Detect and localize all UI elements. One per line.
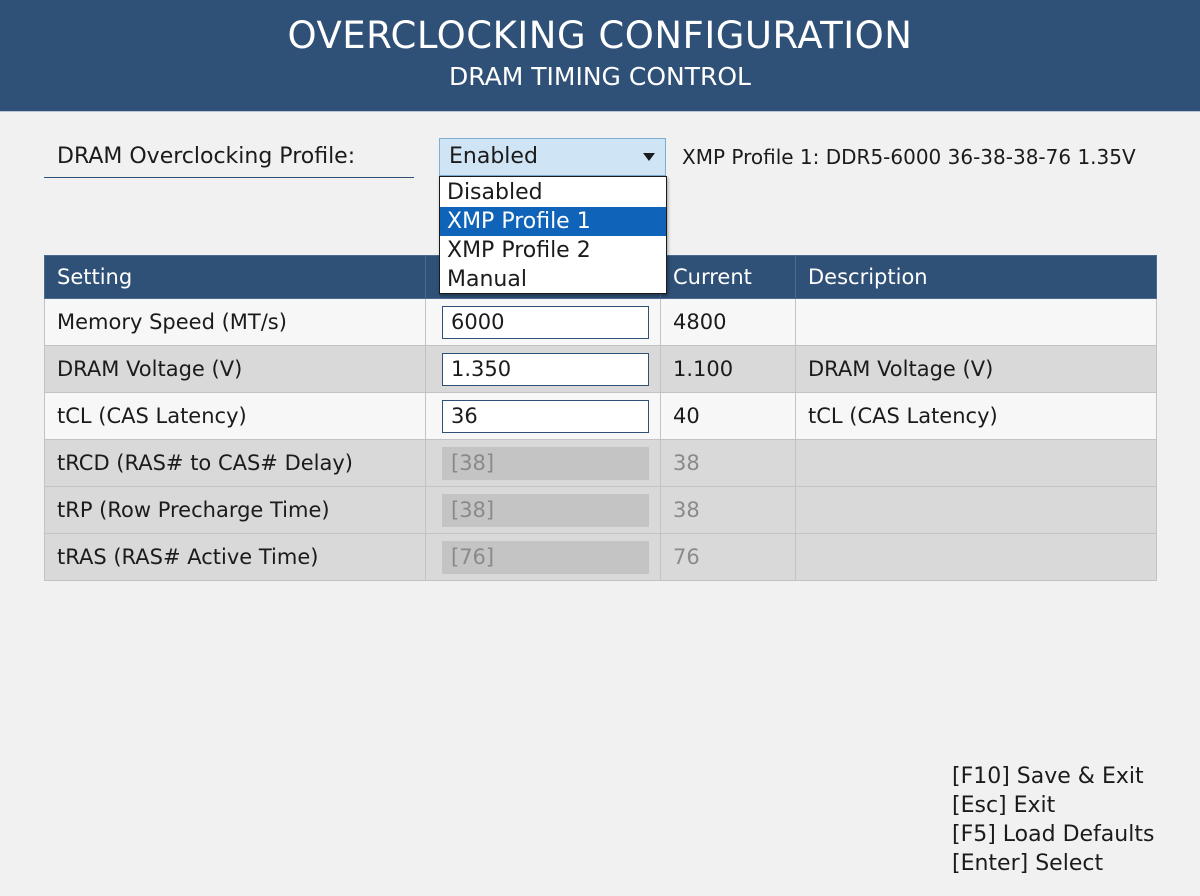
column-header-setting: Setting [44, 255, 426, 299]
column-header-current: Current [660, 255, 796, 299]
tcl-input[interactable]: 36 [442, 399, 649, 433]
trcd-input: [38] [442, 446, 649, 480]
table-row: tRCD (RAS# to CAS# Delay) [38] 38 [44, 439, 1157, 487]
current-value: 38 [660, 486, 796, 534]
current-value: 1.100 [660, 345, 796, 393]
dropdown-option-xmp-profile-1[interactable]: XMP Profile 1 [440, 207, 666, 236]
setting-name: tRAS (RAS# Active Time) [44, 533, 426, 581]
table-row: tCL (CAS Latency) 36 40 tCL (CAS Latency… [44, 392, 1157, 440]
page-subtitle: DRAM TIMING CONTROL [449, 62, 751, 91]
setting-description: DRAM Voltage (V) [795, 345, 1157, 393]
setting-name: DRAM Voltage (V) [44, 345, 426, 393]
dram-voltage-input[interactable]: 1.350 [442, 352, 649, 386]
key-legend: [F10] Save & Exit [Esc] Exit [F5] Load D… [952, 762, 1154, 878]
chevron-down-icon [643, 153, 655, 161]
profile-info: XMP Profile 1: DDR5-6000 36-38-38-76 1.3… [682, 145, 1136, 169]
setting-name: Memory Speed (MT/s) [44, 298, 426, 346]
setting-name: tCL (CAS Latency) [44, 392, 426, 440]
table-row: DRAM Voltage (V) 1.350 1.100 DRAM Voltag… [44, 345, 1157, 393]
key-hint-exit: [Esc] Exit [952, 793, 1056, 818]
column-header-description: Description [795, 255, 1157, 299]
dropdown-option-manual[interactable]: Manual [440, 265, 666, 294]
setting-description [795, 486, 1157, 534]
page-header: OVERCLOCKING CONFIGURATION DRAM TIMING C… [0, 0, 1200, 112]
memory-speed-input[interactable]: 6000 [442, 305, 649, 339]
table-row: tRP (Row Precharge Time) [38] 38 [44, 486, 1157, 534]
current-value: 40 [660, 392, 796, 440]
setting-description [795, 439, 1157, 487]
dropdown-option-disabled[interactable]: Disabled [440, 178, 666, 207]
current-value: 4800 [660, 298, 796, 346]
setting-description [795, 298, 1157, 346]
profile-select-value: Enabled [449, 144, 538, 169]
key-hint-save-exit: [F10] Save & Exit [952, 764, 1144, 789]
key-hint-select: [Enter] Select [952, 851, 1104, 876]
table-row: Memory Speed (MT/s) 6000 4800 [44, 298, 1157, 346]
page-title: OVERCLOCKING CONFIGURATION [287, 14, 913, 57]
profile-label: DRAM Overclocking Profile: [44, 135, 414, 178]
setting-description: tCL (CAS Latency) [795, 392, 1157, 440]
trp-input: [38] [442, 493, 649, 527]
profile-dropdown: Disabled XMP Profile 1 XMP Profile 2 Man… [439, 176, 667, 294]
setting-name: tRP (Row Precharge Time) [44, 486, 426, 534]
profile-row: DRAM Overclocking Profile: Enabled XMP P… [44, 135, 1156, 180]
key-hint-load-defaults: [F5] Load Defaults [952, 822, 1155, 847]
tras-input: [76] [442, 540, 649, 574]
profile-select[interactable]: Enabled [439, 138, 666, 176]
setting-name: tRCD (RAS# to CAS# Delay) [44, 439, 426, 487]
dropdown-option-xmp-profile-2[interactable]: XMP Profile 2 [440, 236, 666, 265]
table-row: tRAS (RAS# Active Time) [76] 76 [44, 533, 1157, 581]
current-value: 38 [660, 439, 796, 487]
current-value: 76 [660, 533, 796, 581]
timing-table: Setting Current Description Memory Speed… [44, 255, 1157, 581]
setting-description [795, 533, 1157, 581]
